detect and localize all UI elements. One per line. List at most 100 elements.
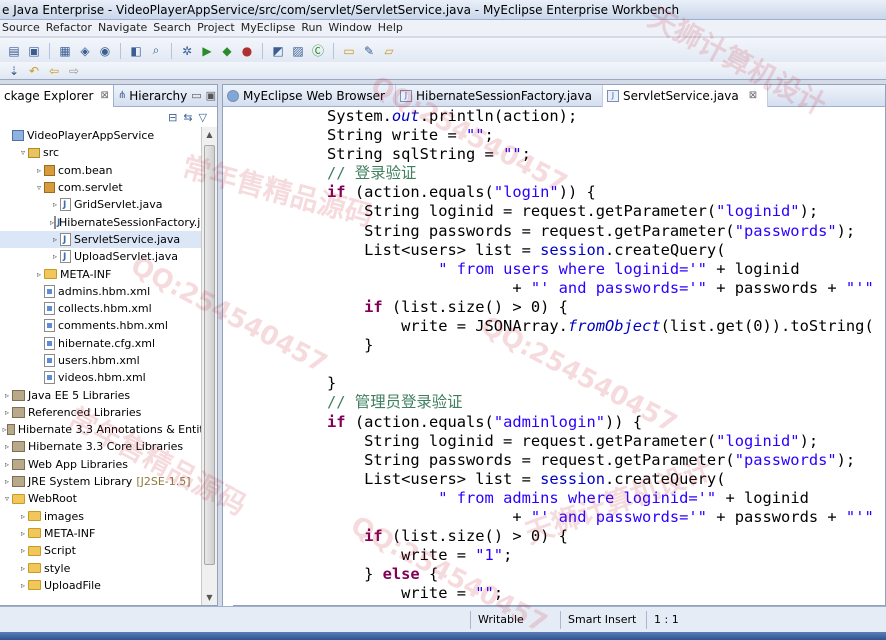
- minimize-icon[interactable]: ▭: [191, 89, 201, 102]
- tree-item[interactable]: ▹HibernateSessionFactory.java: [0, 213, 217, 232]
- run-icon[interactable]: ▶: [199, 43, 215, 59]
- print-icon[interactable]: ▦: [57, 43, 73, 59]
- tree-item[interactable]: admins.hbm.xml: [0, 283, 217, 300]
- tree-item[interactable]: ▹ Web App Libraries: [0, 456, 217, 473]
- tree-item[interactable]: ▹ images: [0, 508, 217, 525]
- expand-toggle-icon[interactable]: ▹: [50, 196, 60, 213]
- server-icon[interactable]: ◉: [97, 43, 113, 59]
- expand-toggle-icon[interactable]: ▹: [2, 404, 12, 421]
- tree-item[interactable]: ▹ GridServlet.java: [0, 196, 217, 214]
- folder-open-icon[interactable]: ▱: [381, 43, 397, 59]
- menu-item[interactable]: Window: [328, 20, 377, 36]
- tree-item[interactable]: ▿ WebRoot: [0, 490, 217, 507]
- menu-item[interactable]: Help: [378, 20, 409, 36]
- maximize-icon[interactable]: ▣: [206, 89, 216, 102]
- lib-icon: [12, 458, 25, 470]
- tree-item[interactable]: collects.hbm.xml: [0, 300, 217, 317]
- expand-toggle-icon[interactable]: ▹: [50, 248, 60, 265]
- expand-toggle-icon[interactable]: ▹: [18, 577, 28, 594]
- tree-item[interactable]: comments.hbm.xml: [0, 317, 217, 334]
- scroll-thumb[interactable]: [204, 145, 215, 565]
- tree-item[interactable]: ▹ Hibernate 3.3 Core Libraries: [0, 438, 217, 455]
- editor-tab[interactable]: J HibernateSessionFactory.java: [396, 85, 603, 107]
- menu-item[interactable]: Search: [153, 20, 197, 36]
- tree-item[interactable]: ▿ src: [0, 144, 217, 161]
- tree-item[interactable]: ▹ Java EE 5 Libraries: [0, 386, 217, 403]
- expand-toggle-icon[interactable]: ▹: [2, 456, 12, 473]
- tree-item[interactable]: users.hbm.xml: [0, 352, 217, 369]
- tree-scrollbar[interactable]: ▲ ▼: [201, 127, 217, 605]
- scroll-up-icon[interactable]: ▲: [202, 127, 217, 142]
- tree-item[interactable]: ▹ com.bean: [0, 162, 217, 179]
- expand-toggle-icon[interactable]: ▹: [18, 508, 28, 525]
- new-class-icon[interactable]: Ⓒ: [310, 43, 326, 59]
- tree-item-label: Java EE 5 Libraries: [28, 388, 131, 402]
- tree-item[interactable]: ▹ UploadServlet.java: [0, 248, 217, 266]
- code-editor[interactable]: System.out.println(action); String write …: [223, 107, 886, 607]
- run-config-icon[interactable]: ◆: [219, 43, 235, 59]
- menu-item[interactable]: Source: [2, 20, 46, 36]
- external-tools-icon[interactable]: ●: [239, 43, 255, 59]
- pencil-icon[interactable]: ✎: [361, 43, 377, 59]
- back-icon[interactable]: ⇦: [46, 63, 62, 79]
- search-icon[interactable]: ⌕: [148, 43, 164, 59]
- tree-item[interactable]: ▹ ServletService.java: [0, 230, 217, 249]
- next-annotation-icon[interactable]: ⇣: [6, 63, 22, 79]
- status-separator: [470, 611, 471, 629]
- globe-icon: [227, 90, 239, 102]
- expand-toggle-icon[interactable]: ▹: [18, 542, 28, 559]
- code-token: "passwords": [734, 450, 837, 469]
- tree-item[interactable]: ▹ style: [0, 559, 217, 576]
- tree-item[interactable]: ▿ com.servlet: [0, 179, 217, 196]
- code-token: "passwords": [734, 221, 837, 240]
- new-package-icon[interactable]: ▨: [290, 43, 306, 59]
- close-icon[interactable]: ⊠: [100, 85, 108, 107]
- menu-item[interactable]: Run: [301, 20, 328, 36]
- expand-toggle-icon[interactable]: ▹: [2, 438, 12, 455]
- tree-item[interactable]: ▹ Referenced Libraries: [0, 404, 217, 421]
- editor-tab[interactable]: MyEclipse Web Browser: [223, 85, 396, 107]
- expand-toggle-icon[interactable]: ▿: [18, 144, 28, 161]
- code-token: .createQuery(: [605, 240, 726, 259]
- forward-icon[interactable]: ⇨: [66, 63, 82, 79]
- save-icon[interactable]: ▣: [26, 43, 42, 59]
- expand-toggle-icon[interactable]: ▹: [34, 266, 44, 283]
- scroll-down-icon[interactable]: ▼: [202, 590, 217, 605]
- menu-item[interactable]: Navigate: [98, 20, 153, 36]
- collapse-all-icon[interactable]: ⊟: [168, 111, 177, 124]
- menu-item[interactable]: Refactor: [46, 20, 98, 36]
- tree-item[interactable]: ▹ UploadFile: [0, 577, 217, 594]
- open-folder-icon[interactable]: ▭: [341, 43, 357, 59]
- link-with-editor-icon[interactable]: ⇆: [183, 111, 192, 124]
- tree-item[interactable]: ▹ Script: [0, 542, 217, 559]
- expand-toggle-icon[interactable]: ▹: [2, 387, 12, 404]
- expand-toggle-icon[interactable]: ▹: [18, 525, 28, 542]
- last-edit-icon[interactable]: ↶: [26, 63, 42, 79]
- new-java-project-icon[interactable]: ◩: [270, 43, 286, 59]
- expand-toggle-icon[interactable]: ▹: [34, 162, 44, 179]
- editor-tab[interactable]: J ServletService.java ⊠: [602, 85, 769, 107]
- menu-item[interactable]: Project: [197, 20, 241, 36]
- code-token: String loginid = request.getParameter(: [327, 202, 717, 221]
- tree-item[interactable]: ▹ JRE System Library [J2SE-1.5]: [0, 473, 217, 490]
- expand-toggle-icon[interactable]: ▿: [2, 490, 12, 507]
- tree-item[interactable]: videos.hbm.xml: [0, 369, 217, 386]
- tree-item[interactable]: ▹ Hibernate 3.3 Annotations & Entity I: [0, 421, 217, 438]
- expand-toggle-icon[interactable]: ▹: [2, 473, 12, 490]
- tree-item[interactable]: VideoPlayerAppService: [0, 127, 217, 144]
- tree-item[interactable]: ▹ META-INF: [0, 525, 217, 542]
- expand-toggle-icon[interactable]: ▹: [18, 560, 28, 577]
- tree-item[interactable]: ▹ META-INF: [0, 265, 217, 282]
- tab-hierarchy[interactable]: ⋔ Hierarchy: [114, 85, 191, 107]
- menu-item[interactable]: MyEclipse: [241, 20, 302, 36]
- view-menu-icon[interactable]: ▽: [199, 111, 207, 124]
- deploy-icon[interactable]: ◈: [77, 43, 93, 59]
- new-icon[interactable]: ▤: [6, 43, 22, 59]
- expand-toggle-icon[interactable]: ▹: [50, 231, 60, 248]
- close-icon[interactable]: ⊠: [749, 85, 757, 107]
- open-type-icon[interactable]: ◧: [128, 43, 144, 59]
- debug-icon[interactable]: ✲: [179, 43, 195, 59]
- expand-toggle-icon[interactable]: ▿: [34, 179, 44, 196]
- tab-package-explorer[interactable]: ckage Explorer ⊠: [0, 84, 114, 107]
- tree-item[interactable]: hibernate.cfg.xml: [0, 335, 217, 352]
